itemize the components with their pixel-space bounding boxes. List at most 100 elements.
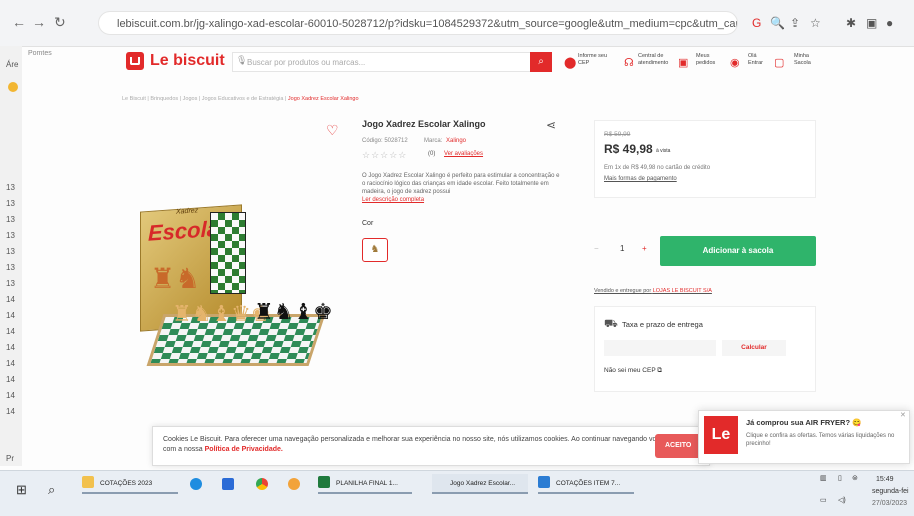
product-code: Código: 5028712 (362, 138, 408, 144)
row-number: 14 (6, 295, 15, 304)
wifi-icon[interactable]: ⊜ (852, 474, 858, 482)
taskbar-app-planilha[interactable]: PLANILHA FINAL 1... (318, 474, 412, 494)
bag-link[interactable]: Minha Sacola (794, 53, 818, 67)
close-icon[interactable]: ✕ (900, 411, 906, 419)
reviews-link[interactable]: Ver avaliações (444, 151, 483, 157)
installments-text: Em 1x de R$ 49,98 no cartão de crédito (604, 165, 711, 171)
sidepanel-icon[interactable]: ▣ (866, 16, 877, 30)
quantity-stepper[interactable]: − 1 + (594, 240, 654, 260)
calculate-button[interactable]: Calcular (722, 340, 786, 356)
login-link[interactable]: Olá Entrar (748, 53, 768, 67)
edge-icon[interactable] (190, 478, 202, 490)
share-page-icon[interactable]: ⇪ (790, 16, 800, 30)
search-button[interactable]: ⌕ (530, 52, 552, 72)
site-logo[interactable]: Le biscuit (150, 52, 225, 70)
windows-start-icon[interactable]: ⊞ (16, 482, 27, 498)
address-bar[interactable]: lebiscuit.com.br/jg-xalingo-xad-escolar-… (98, 11, 738, 35)
no-cep-link[interactable]: Não sei meu CEP ⧉ (604, 367, 662, 375)
row-number: 14 (6, 359, 15, 368)
calendar-icon[interactable] (222, 478, 234, 490)
quantity-value[interactable]: 1 (620, 244, 624, 253)
clock-date[interactable]: 27/03/2023 (872, 500, 907, 507)
mic-icon[interactable]: 🎙 (236, 55, 247, 66)
volume-icon[interactable]: ◁) (838, 496, 846, 504)
back-icon[interactable]: ← (12, 14, 26, 30)
taskbar-app-cotacoes[interactable]: COTAÇÕES 2023 (82, 474, 178, 494)
google-icon[interactable]: G (752, 16, 761, 30)
row-number: 14 (6, 391, 15, 400)
star-bookmark-icon[interactable]: ☆ (810, 16, 821, 30)
cep-input[interactable] (604, 340, 716, 356)
notification-body: Clique e confira as ofertas. Temos vária… (746, 433, 895, 447)
row-number: 14 (6, 343, 15, 352)
row-number: 14 (6, 375, 15, 384)
current-price: R$ 49,98 (604, 142, 653, 156)
green-board-image (210, 212, 246, 294)
chess-piece-icon: ♞ (370, 244, 380, 255)
description-text: O Jogo Xadrez Escolar Xalingo é perfeito… (362, 173, 560, 195)
search-icon[interactable]: ⌕ (48, 482, 55, 498)
brand-label: Marca: (424, 138, 443, 144)
brand-link[interactable]: Xalingo (446, 138, 466, 144)
row-number: 13 (6, 183, 15, 192)
privacy-policy-link[interactable]: Política de Privacidade. (205, 446, 283, 453)
clock-day[interactable]: segunda-fei (872, 488, 909, 495)
display-icon[interactable]: ▭ (820, 496, 827, 504)
breadcrumb-current: Jogo Xadrez Escolar Xalingo (287, 96, 359, 102)
shipping-title: Taxa e prazo de entrega (622, 320, 703, 329)
support-link[interactable]: Central de atendimento (638, 53, 672, 67)
truck-icon: ⛟ (604, 318, 618, 330)
row-number: 13 (6, 279, 15, 288)
user-icon[interactable]: ◉ (730, 56, 740, 69)
plus-button[interactable]: + (642, 244, 647, 253)
sold-by-text[interactable]: Vendido e entregue por LOJAS LE BISCUIT … (594, 288, 712, 294)
breadcrumb-path[interactable]: Le Biscuit | Brinquedos | Jogos | Jogos … (122, 96, 286, 102)
read-more-link[interactable]: Ler descrição completa (362, 197, 424, 203)
orders-link[interactable]: Meus pedidos (696, 53, 722, 67)
network-icon[interactable]: ▥ (820, 474, 827, 482)
clock-time[interactable]: 15:49 (876, 476, 894, 483)
bag-logo-icon[interactable] (126, 52, 144, 70)
row-number: 13 (6, 215, 15, 224)
cookie-banner: Cookies Le Biscuit. Para oferecer uma na… (152, 426, 710, 466)
bookmarks-label[interactable]: Pomtes (28, 50, 52, 57)
favorite-heart-icon[interactable]: ♡ (326, 122, 339, 139)
taskbar-app-chrome[interactable]: Jogo Xadrez Escolar... (432, 474, 528, 494)
taskbar-app-cotacoes-item[interactable]: COTAÇÕES ITEM 7... (538, 474, 634, 494)
zoom-icon[interactable]: 🔍 (770, 16, 785, 30)
inform-cep-link[interactable]: Informe seu CEP (578, 53, 612, 67)
battery-icon[interactable]: ▯ (838, 474, 842, 482)
row-number: 14 (6, 407, 15, 416)
search-input[interactable]: Buscar por produtos ou marcas... (232, 52, 550, 72)
breadcrumb[interactable]: Le Biscuit | Brinquedos | Jogos | Jogos … (122, 96, 359, 102)
box-icon[interactable]: ▣ (678, 56, 688, 69)
more-payment-link[interactable]: Mais formas de pagamento (604, 176, 677, 182)
seller-link[interactable]: LOJAS LE BISCUIT S/A (653, 288, 712, 294)
headset-icon[interactable]: ☊ (624, 56, 634, 69)
rating-stars: ☆☆☆☆☆ (362, 150, 408, 160)
left-label-bottom: Pr (6, 454, 14, 463)
reload-icon[interactable]: ↻ (54, 14, 66, 31)
bag-icon[interactable]: ▢ (774, 56, 784, 69)
app-icon[interactable] (8, 82, 18, 92)
row-number: 14 (6, 327, 15, 336)
location-pin-icon[interactable]: ⬤ (564, 56, 576, 69)
box-pieces-image: ♜♞ (150, 263, 201, 294)
product-description: O Jogo Xadrez Escolar Xalingo é perfeito… (362, 172, 562, 204)
row-number: 13 (6, 231, 15, 240)
share-icon[interactable]: ⋖ (546, 118, 556, 132)
add-to-bag-button[interactable]: Adicionar à sacola (660, 236, 816, 266)
row-number: 13 (6, 199, 15, 208)
chrome-icon[interactable] (256, 478, 268, 490)
firefox-icon[interactable] (288, 478, 300, 490)
minus-button[interactable]: − (594, 244, 599, 253)
forward-icon[interactable]: → (32, 14, 46, 30)
pix-label: à vista (656, 148, 671, 154)
left-panel (0, 46, 22, 466)
color-swatch[interactable]: ♞ (362, 238, 388, 262)
profile-avatar-icon[interactable]: ● (886, 16, 893, 30)
sold-by-label: Vendido e entregue por (594, 288, 652, 294)
row-number: 14 (6, 311, 15, 320)
notification-logo: Le (704, 416, 738, 454)
extension-icon[interactable]: ✱ (846, 16, 856, 30)
